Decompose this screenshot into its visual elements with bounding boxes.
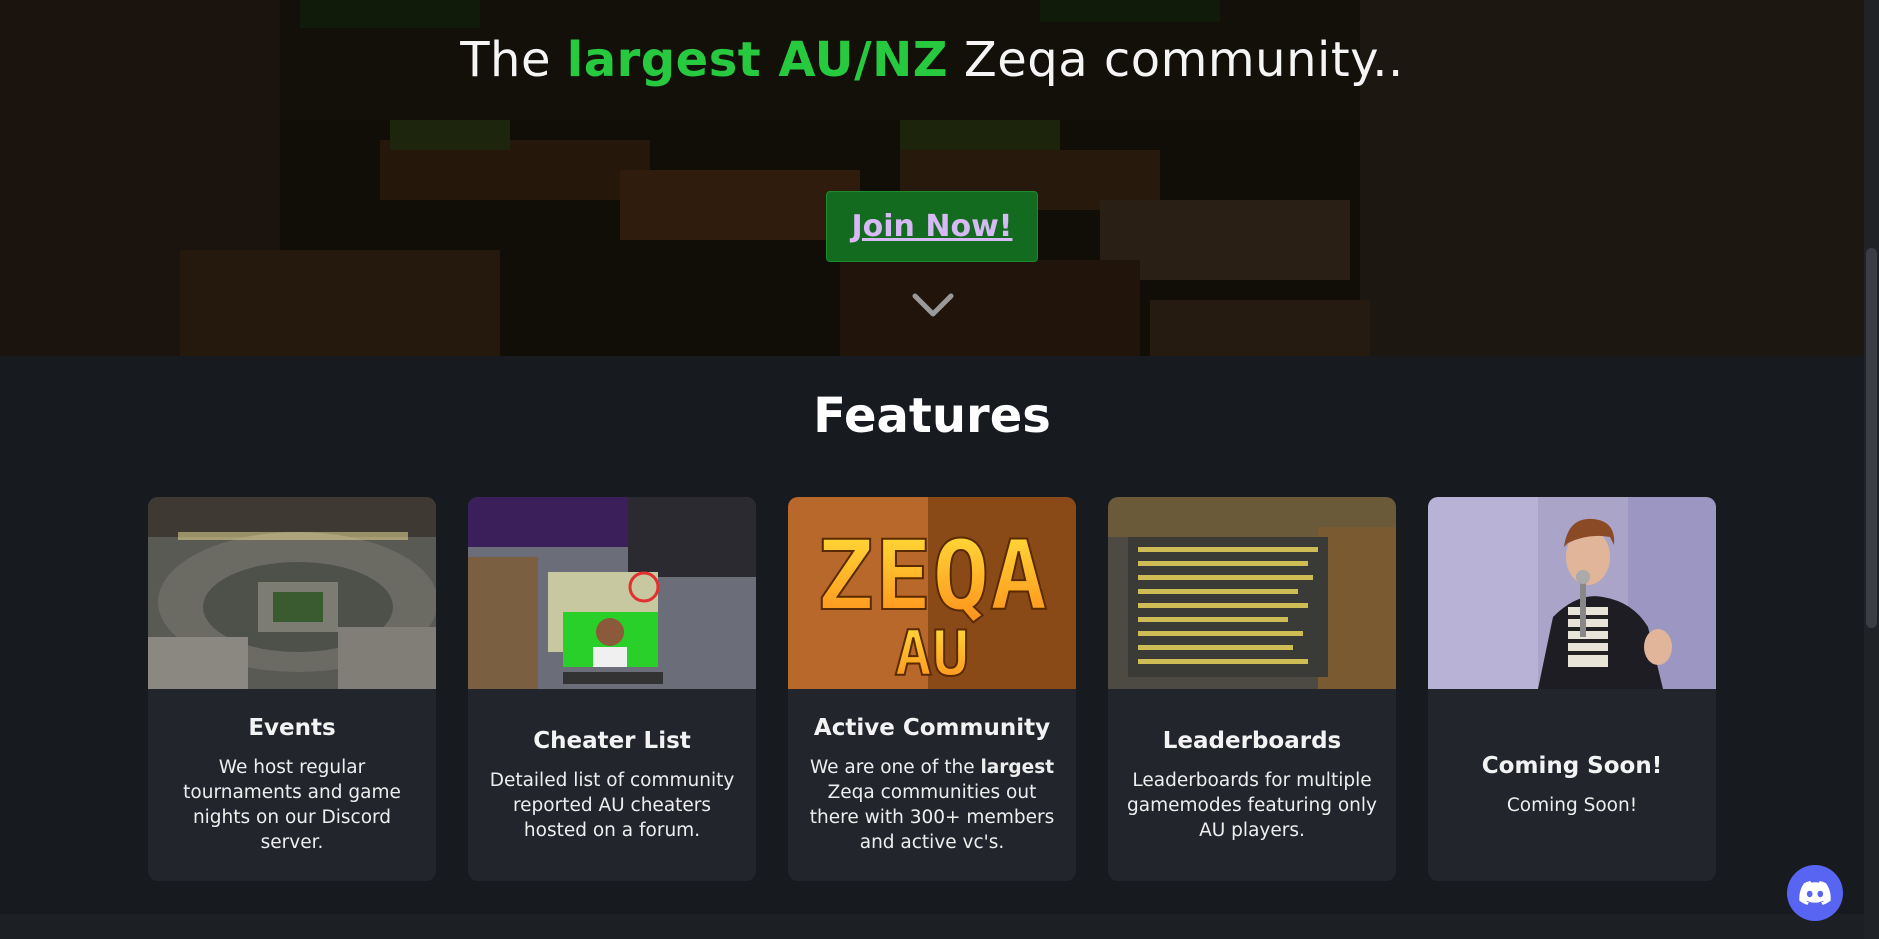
card-body: Coming Soon! Coming Soon! (1428, 689, 1716, 881)
feature-card-leaderboards: Leaderboards Leaderboards for multiple g… (1108, 497, 1396, 881)
card-title: Events (248, 715, 336, 741)
next-section-edge (0, 914, 1864, 939)
card-title: Coming Soon! (1481, 752, 1663, 779)
feature-card-cheater-list: Cheater List Detailed list of community … (468, 497, 756, 881)
card-title: Leaderboards (1162, 727, 1342, 754)
card-description: Detailed list of community reported AU c… (489, 769, 735, 841)
card-description: Leaderboards for multiple gamemodes feat… (1127, 769, 1377, 841)
scrollbar-track[interactable] (1864, 0, 1879, 939)
headline-text-pre: The (460, 32, 567, 88)
cheater-list-image (468, 497, 756, 689)
hero-section: The largest AU/NZ Zeqa community.. Join … (0, 0, 1879, 356)
headline-text-post: Zeqa community.. (948, 32, 1404, 88)
card-title: Cheater List (533, 727, 691, 754)
coming-soon-image (1428, 497, 1716, 689)
desc-bold: largest (980, 757, 1055, 778)
chevron-down-icon[interactable] (911, 290, 955, 320)
card-description: We host regular tournaments and game nig… (183, 757, 401, 853)
headline-highlight: largest AU/NZ (566, 32, 949, 88)
zeqa-au-logo-image: ZEQA AU (788, 497, 1076, 689)
features-heading: Features (813, 388, 1051, 444)
feature-card-events: Events We host regular tournaments and g… (148, 497, 436, 881)
card-description: Coming Soon! (1506, 794, 1638, 816)
hero-headline: The largest AU/NZ Zeqa community.. (0, 32, 1864, 88)
events-image (148, 497, 436, 689)
join-now-button[interactable]: Join Now! (826, 191, 1038, 262)
discord-button[interactable] (1787, 865, 1843, 921)
card-description: We are one of the largest Zeqa communiti… (806, 755, 1058, 855)
discord-icon (1799, 881, 1831, 905)
logo-line2: AU (895, 617, 970, 689)
card-body: Leaderboards Leaderboards for multiple g… (1108, 689, 1396, 881)
leaderboards-image (1108, 497, 1396, 689)
card-body: Events We host regular tournaments and g… (148, 689, 436, 881)
card-body: Cheater List Detailed list of community … (468, 689, 756, 881)
desc-pre: We are one of the (809, 757, 981, 778)
rick-astley-image (1428, 497, 1716, 689)
cheater-screenshot-image (468, 497, 756, 689)
card-title: Active Community (813, 715, 1051, 741)
feature-card-active-community: ZEQA AU Active Community We are one of t… (788, 497, 1076, 881)
leaderboard-screenshot-image (1108, 497, 1396, 689)
desc-post: Zeqa communities out there with 300+ mem… (809, 782, 1055, 853)
feature-card-coming-soon: Coming Soon! Coming Soon! (1428, 497, 1716, 881)
zeqa-au-logo: ZEQA AU (788, 497, 1076, 689)
card-body: Active Community We are one of the large… (788, 689, 1076, 881)
arena-image (148, 497, 436, 689)
logo-line1: ZEQA (816, 520, 1047, 632)
scrollbar-thumb[interactable] (1866, 248, 1877, 628)
